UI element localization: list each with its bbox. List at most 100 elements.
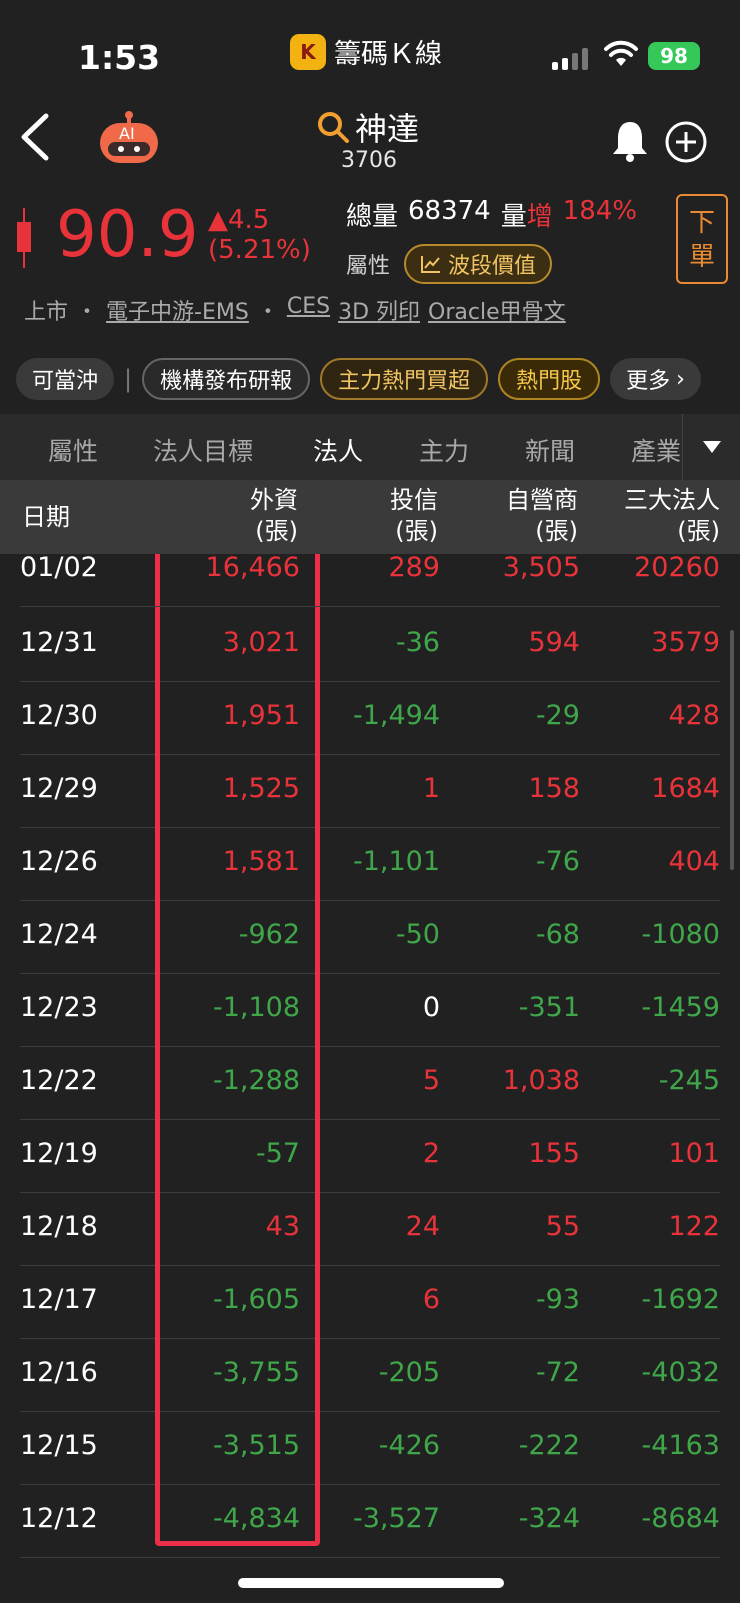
trend-chart-icon <box>421 256 441 273</box>
table-row[interactable]: 12/18 43 24 55 122 <box>20 1193 720 1266</box>
table-row[interactable]: 12/19 -57 2 155 101 <box>20 1120 720 1193</box>
chip-research-report[interactable]: 機構發布研報 <box>142 358 311 400</box>
table-row[interactable]: 12/16 -3,755 -205 -72 -4032 <box>20 1339 720 1412</box>
back-arrow-icon[interactable] <box>18 112 50 166</box>
chip-day-trade[interactable]: 可當沖 <box>16 358 115 400</box>
cell-date: 12/17 <box>20 1284 98 1315</box>
table-row[interactable]: 12/12 -4,834 -3,527 -324 -8684 <box>20 1485 720 1558</box>
chip-main-force-buy[interactable]: 主力熱門買超 <box>320 358 489 400</box>
ai-assistant-button[interactable]: AI <box>96 110 162 166</box>
app-logo-icon: K <box>290 33 326 70</box>
cell-dealer: 155 <box>528 1138 580 1169</box>
header-unit: (張) <box>677 517 720 545</box>
cell-date: 12/26 <box>20 846 98 877</box>
add-watchlist-icon[interactable] <box>664 120 708 168</box>
market-tag: 上市 <box>24 300 69 325</box>
table-row[interactable]: 12/29 1,525 1 158 1684 <box>20 755 720 828</box>
cell-dealer: 1,038 <box>502 1065 580 1096</box>
wifi-icon <box>604 40 638 72</box>
bell-icon[interactable] <box>610 118 650 166</box>
tag-link[interactable]: Oracle甲骨文 <box>428 294 566 326</box>
cell-investment-trust: 289 <box>388 552 440 583</box>
stock-code: 3706 <box>341 148 397 173</box>
tab-institutional[interactable]: 法人 <box>313 432 363 468</box>
header-unit: (張) <box>255 517 298 545</box>
status-time: 1:53 <box>78 38 161 77</box>
battery-indicator: 98 <box>648 42 700 70</box>
cell-total: 20260 <box>634 552 720 583</box>
table-row[interactable]: 12/31 3,021 -36 594 3579 <box>20 609 720 682</box>
search-icon <box>318 112 349 143</box>
cell-dealer: 3,505 <box>502 552 580 583</box>
column-header-dealer: 自營商 (張) <box>506 485 578 547</box>
tab-industry[interactable]: 產業 <box>631 432 681 468</box>
tab-dropdown-button[interactable] <box>682 414 740 480</box>
cell-date: 12/19 <box>20 1138 98 1169</box>
tag-separator: ・ <box>256 300 279 325</box>
column-header-total: 三大法人 (張) <box>624 485 720 547</box>
cellular-signal-icon <box>552 48 588 70</box>
cell-dealer: -222 <box>518 1430 580 1461</box>
cell-investment-trust: -426 <box>378 1430 440 1461</box>
triangle-down-icon <box>702 441 721 453</box>
tab-institution-target[interactable]: 法人目標 <box>153 432 253 468</box>
table-row[interactable]: 12/30 1,951 -1,494 -29 428 <box>20 682 720 755</box>
cell-dealer: -324 <box>518 1503 580 1534</box>
app-name-label: 籌碼Ｋ線 <box>334 39 442 70</box>
header-line: 外資 <box>250 486 298 514</box>
tab-main-force[interactable]: 主力 <box>419 432 469 468</box>
cell-dealer: -29 <box>535 700 580 731</box>
order-button[interactable]: 下 單 <box>676 194 728 284</box>
cell-dealer: -68 <box>535 919 580 950</box>
cell-total: 3579 <box>651 627 720 658</box>
cell-date: 12/15 <box>20 1430 98 1461</box>
header-line: 自營商 <box>506 486 578 514</box>
tag-link[interactable]: 電子中游-EMS <box>106 294 249 326</box>
cell-total: -1459 <box>641 992 720 1023</box>
price-change-percent: (5.21%) <box>208 235 311 265</box>
cell-date: 01/02 <box>20 552 98 583</box>
cell-total: -1080 <box>641 919 720 950</box>
stock-tags: 上市 ・ 電子中游-EMS ・ CES 3D 列印 Oracle甲骨文 <box>24 294 566 326</box>
volume-change-percent: 184% <box>562 196 638 226</box>
tab-news[interactable]: 新聞 <box>525 432 575 468</box>
table-row[interactable]: 12/17 -1,605 6 -93 -1692 <box>20 1266 720 1339</box>
tag-link[interactable]: CES <box>287 294 330 326</box>
attribute-label: 屬性 <box>346 254 391 279</box>
home-indicator[interactable] <box>238 1578 504 1588</box>
cell-date: 12/16 <box>20 1357 98 1388</box>
stock-name: 神達 <box>355 110 420 148</box>
table-row[interactable]: 12/24 -962 -50 -68 -1080 <box>20 901 720 974</box>
price-change: ▲4.5 (5.21%) <box>208 205 311 265</box>
volume-value: 68374 <box>408 196 491 226</box>
tab-attribute[interactable]: 屬性 <box>48 432 98 468</box>
table-row[interactable]: 12/15 -3,515 -426 -222 -4163 <box>20 1412 720 1485</box>
scrollbar[interactable] <box>730 630 734 870</box>
chip-hot-stock[interactable]: 熱門股 <box>498 358 601 400</box>
cell-dealer: -72 <box>535 1357 580 1388</box>
cell-dealer: 55 <box>545 1211 580 1242</box>
cell-date: 12/29 <box>20 773 98 804</box>
table-row[interactable]: 12/23 -1,108 0 -351 -1459 <box>20 974 720 1047</box>
app-title: K 籌碼Ｋ線 <box>290 32 442 71</box>
candlestick-icon <box>14 208 34 268</box>
order-button-label-2: 單 <box>688 242 715 272</box>
cell-investment-trust: -50 <box>395 919 440 950</box>
wave-value-button[interactable]: 波段價值 <box>404 244 553 284</box>
tag-link[interactable]: 3D 列印 <box>338 294 420 326</box>
volume-change-word: 增 <box>526 202 553 232</box>
cell-investment-trust: -205 <box>378 1357 440 1388</box>
cell-investment-trust: 6 <box>422 1284 440 1315</box>
stock-search[interactable]: 神達 <box>317 104 419 150</box>
cell-date: 12/22 <box>20 1065 98 1096</box>
attribute-row: 屬性 波段價值 <box>346 244 553 284</box>
foreign-column-highlight <box>155 482 320 1546</box>
chip-more[interactable]: 更多 › <box>610 358 701 400</box>
cell-total: -8684 <box>641 1503 720 1534</box>
cell-foreign: 16,466 <box>205 552 300 583</box>
cell-dealer: 158 <box>528 773 580 804</box>
table-row[interactable]: 12/22 -1,288 5 1,038 -245 <box>20 1047 720 1120</box>
column-header-foreign: 外資 (張) <box>250 485 298 547</box>
cell-total: 1684 <box>651 773 720 804</box>
table-row[interactable]: 12/26 1,581 -1,101 -76 404 <box>20 828 720 901</box>
